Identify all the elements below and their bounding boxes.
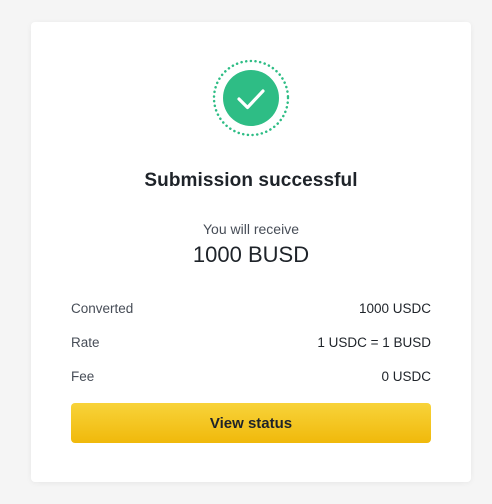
detail-label: Rate (71, 334, 100, 350)
detail-value: 1 USDC = 1 BUSD (317, 334, 431, 350)
detail-row-rate: Rate 1 USDC = 1 BUSD (71, 325, 431, 359)
detail-label: Converted (71, 300, 134, 316)
result-title: Submission successful (144, 170, 358, 191)
detail-row-converted: Converted 1000 USDC (71, 291, 431, 325)
receive-amount: 1000 BUSD (192, 242, 310, 267)
detail-row-fee: Fee 0 USDC (71, 359, 431, 393)
check-circle-icon (212, 59, 290, 137)
detail-value: 1000 USDC (358, 300, 431, 316)
view-status-button[interactable]: View status (71, 403, 431, 443)
details-list: Converted 1000 USDC Rate 1 USDC = 1 BUSD… (71, 291, 431, 393)
detail-label: Fee (71, 368, 95, 384)
receive-label: You will receive (203, 221, 299, 237)
result-card: Submission successful You will receive 1… (31, 22, 471, 482)
detail-value: 0 USDC (381, 368, 431, 384)
